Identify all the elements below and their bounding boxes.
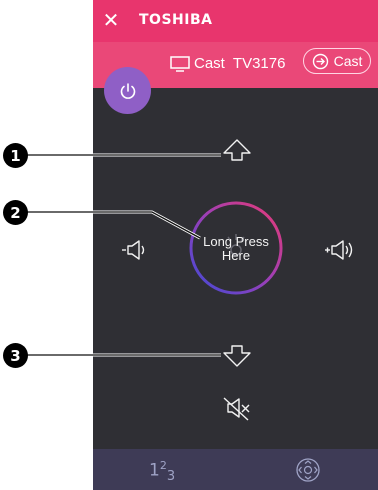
callout-leaders — [15, 153, 221, 357]
callout-2: 2 — [3, 200, 28, 225]
callout-1: 1 — [3, 143, 28, 168]
callout-3: 3 — [3, 343, 28, 368]
